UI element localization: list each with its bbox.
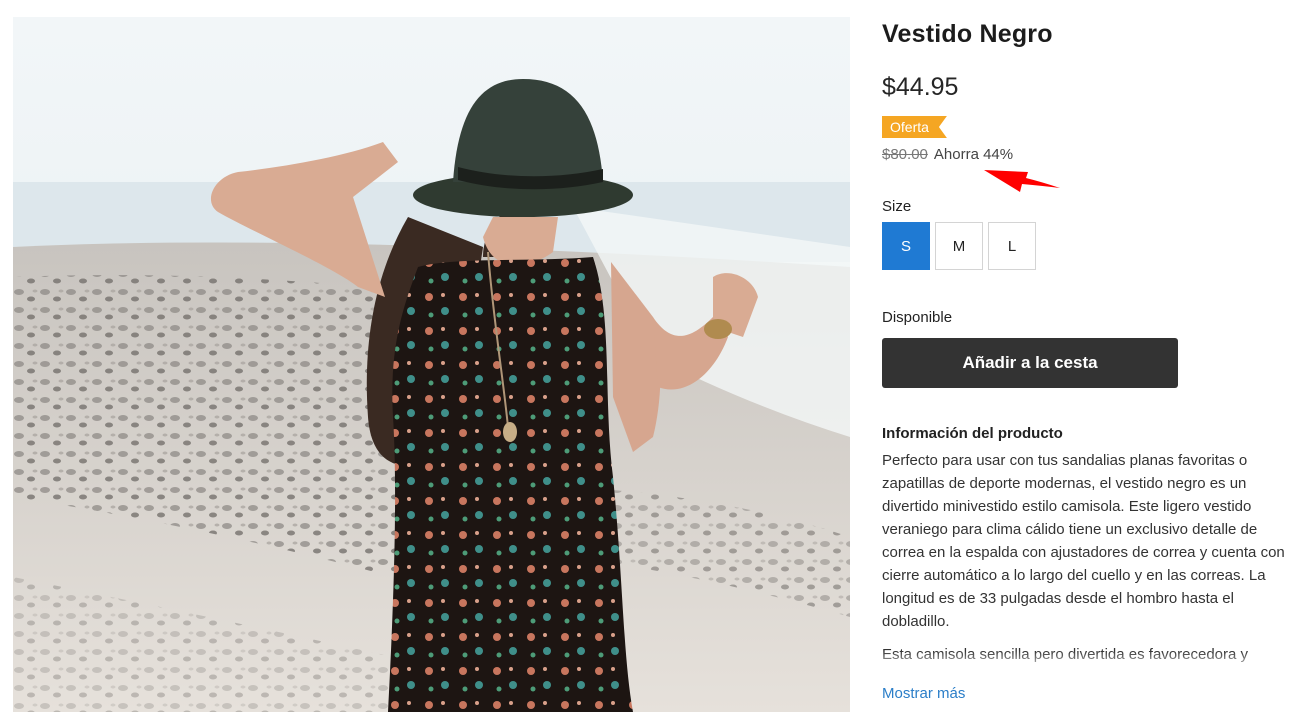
product-description: Perfecto para usar con tus sandalias pla…	[882, 449, 1290, 671]
size-option-l[interactable]: L	[988, 222, 1036, 270]
size-selector: S M L	[882, 222, 1036, 270]
product-image[interactable]	[13, 17, 850, 712]
product-title: Vestido Negro	[882, 20, 1053, 48]
availability-status: Disponible	[882, 309, 953, 326]
size-option-s[interactable]: S	[882, 222, 930, 270]
size-option-m[interactable]: M	[935, 222, 983, 270]
size-label: Size	[882, 198, 912, 215]
description-fade	[882, 651, 1290, 673]
product-info-heading: Información del producto	[882, 425, 1063, 442]
product-price: $44.95	[882, 73, 959, 101]
sale-badge: Oferta	[882, 116, 947, 138]
add-to-cart-button[interactable]: Añadir a la cesta	[882, 338, 1178, 388]
product-details: Vestido Negro $44.95 Oferta $80.00 Ahorra…	[882, 0, 1292, 712]
compare-price: $80.00	[882, 146, 928, 163]
show-more-link[interactable]: Mostrar más	[882, 685, 965, 702]
red-arrow-icon	[984, 170, 1060, 192]
description-paragraph: Perfecto para usar con tus sandalias pla…	[882, 452, 1285, 630]
